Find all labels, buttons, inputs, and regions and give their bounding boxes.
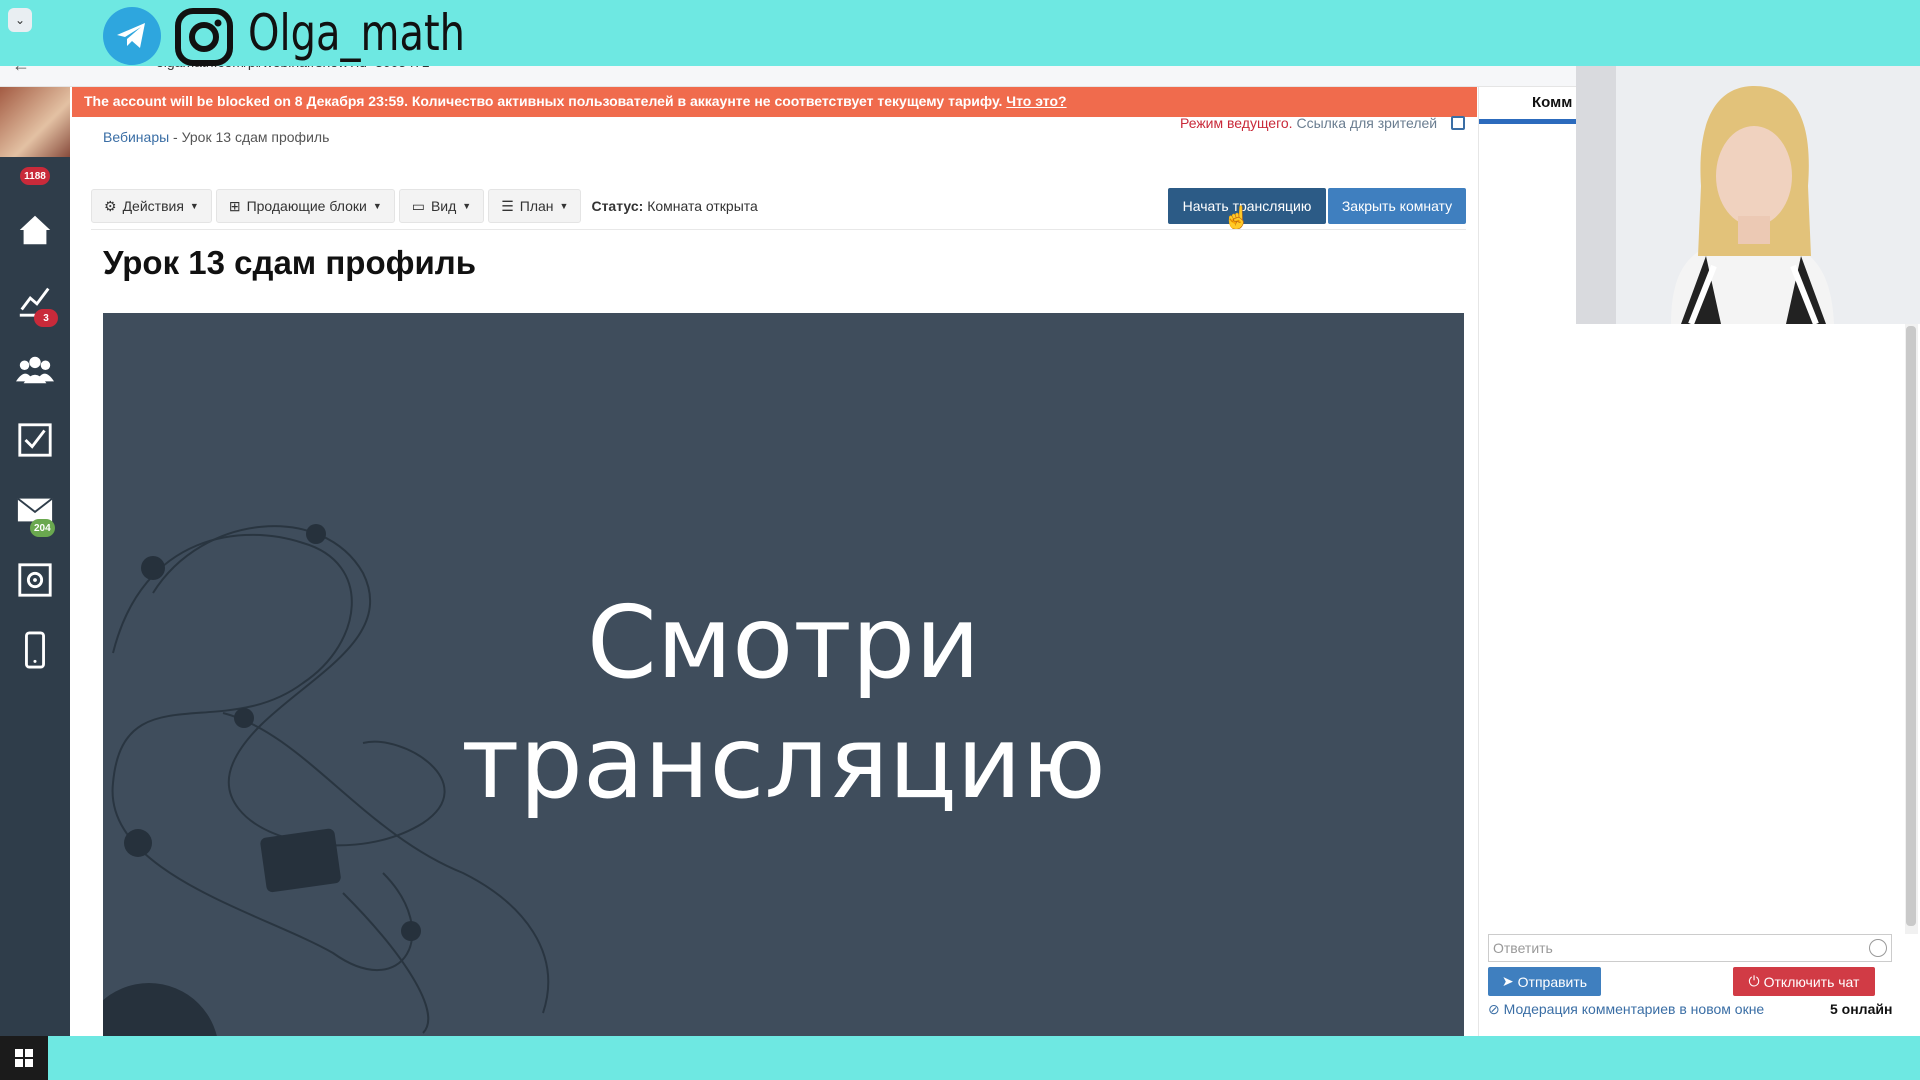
telegram-icon (103, 7, 161, 65)
room-toolbar: ⚙ Действия ▼ ⊞ Продающие блоки ▼ ▭ Вид ▼… (91, 189, 758, 223)
close-room-button[interactable]: Закрыть комнату (1328, 188, 1466, 224)
plan-label: План (519, 198, 554, 214)
alert-link[interactable]: Что это? (1006, 93, 1066, 109)
selling-blocks-label: Продающие блоки (246, 198, 367, 214)
messages-badge: 204 (30, 519, 55, 537)
sidebar: 1188 3 204 (0, 87, 70, 1037)
selling-blocks-dropdown[interactable]: ⊞ Продающие блоки ▼ (215, 189, 395, 223)
grid-icon: ⊞ (228, 197, 241, 214)
send-label: Отправить (1517, 973, 1588, 990)
stats-badge: 3 (34, 309, 58, 327)
webcam-overlay (1576, 66, 1920, 324)
instagram-icon (174, 7, 234, 67)
smile-icon[interactable] (1869, 939, 1887, 957)
avatar[interactable] (0, 87, 70, 157)
page-title: Урок 13 сдам профиль (103, 244, 477, 281)
sidebar-item-tasks[interactable] (0, 405, 70, 475)
actions-label: Действия (122, 198, 184, 214)
gear-icon (18, 563, 52, 597)
sidebar-item-mobile[interactable] (0, 615, 70, 685)
reply-input[interactable]: Ответить (1488, 934, 1892, 962)
monitor-icon: ▭ (411, 197, 425, 214)
copy-icon[interactable] (1451, 116, 1465, 130)
room-status: Статус: Комната открыта (591, 198, 757, 214)
viewer-link[interactable]: Ссылка для зрителей (1296, 115, 1437, 131)
video-text-line1: Смотри (586, 584, 981, 701)
video-player[interactable]: Смотри трансляцию (103, 313, 1464, 1037)
sidebar-item-users[interactable] (0, 335, 70, 405)
caret-down-icon: ▼ (189, 201, 199, 211)
plan-dropdown[interactable]: ☰ План ▼ (488, 189, 582, 223)
divider (91, 229, 1466, 230)
windows-icon (15, 1049, 33, 1067)
paper-plane-icon: ➤ (1501, 973, 1514, 989)
video-overlay-text: Смотри трансляцию (103, 583, 1464, 823)
breadcrumb-webinars-link[interactable]: Вебинары (103, 129, 169, 145)
notifications-badge: 1188 (20, 167, 50, 185)
status-label: Статус: (591, 198, 644, 214)
view-dropdown[interactable]: ▭ Вид ▼ (398, 189, 485, 223)
checkbox-icon (18, 423, 52, 457)
sidebar-item-settings[interactable] (0, 545, 70, 615)
online-count: 5 онлайн (1830, 1001, 1893, 1017)
caret-down-icon: ▼ (462, 201, 472, 211)
send-button[interactable]: ➤ Отправить (1488, 967, 1601, 996)
brand-name: Olga_math (248, 4, 466, 62)
alert-text: The account will be blocked on 8 Декабря… (84, 93, 1003, 109)
status-value: Комната открыта (647, 198, 758, 214)
view-label: Вид (430, 198, 457, 214)
caret-down-icon: ▼ (559, 201, 569, 211)
hand-cursor-icon: ☝ (1223, 205, 1251, 230)
users-icon (16, 356, 54, 384)
host-mode: Режим ведущего. Ссылка для зрителей (1180, 115, 1465, 131)
caret-down-icon: ▼ (372, 201, 382, 211)
video-text-line2: трансляцию (461, 704, 1106, 821)
account-alert: The account will be blocked on 8 Декабря… (72, 87, 1477, 117)
bottom-overlay-banner (0, 1036, 1920, 1080)
ban-icon: ⊘ (1488, 1001, 1500, 1017)
tab-comments[interactable]: Комм (1532, 94, 1572, 111)
breadcrumb-separator: - (169, 129, 182, 145)
windows-start-button[interactable] (0, 1036, 48, 1080)
power-icon: ⏻ (1748, 973, 1760, 989)
phone-icon (25, 631, 45, 669)
breadcrumb-current: Урок 13 сдам профиль (181, 129, 330, 145)
active-tab-underline (1479, 119, 1579, 124)
sidebar-item-messages[interactable]: 204 (0, 475, 70, 545)
tab-menu-chevron-icon[interactable]: ⌄ (8, 8, 32, 32)
gears-icon: ⚙ (104, 197, 117, 214)
list-icon: ☰ (501, 197, 514, 214)
sidebar-item-home[interactable] (0, 195, 70, 265)
top-overlay-banner: ⌄ Olga_math (0, 0, 1920, 66)
moderation-label: Модерация комментариев в новом окне (1503, 1001, 1765, 1017)
chat-scrollbar-thumb[interactable] (1906, 326, 1916, 926)
disable-chat-label: Отключить чат (1763, 973, 1860, 990)
presenter-video-icon (1576, 66, 1920, 324)
home-icon (19, 215, 51, 245)
sidebar-item-stats[interactable]: 3 (0, 265, 70, 335)
moderation-link[interactable]: ⊘ Модерация комментариев в новом окне (1488, 1001, 1764, 1018)
actions-dropdown[interactable]: ⚙ Действия ▼ (91, 189, 212, 223)
disable-chat-button[interactable]: ⏻ Отключить чат (1733, 967, 1875, 996)
host-mode-label: Режим ведущего. (1179, 115, 1293, 131)
breadcrumb: Вебинары - Урок 13 сдам профиль (103, 129, 329, 145)
main-content: The account will be blocked on 8 Декабря… (72, 87, 1477, 1037)
reply-placeholder: Ответить (1493, 940, 1553, 956)
